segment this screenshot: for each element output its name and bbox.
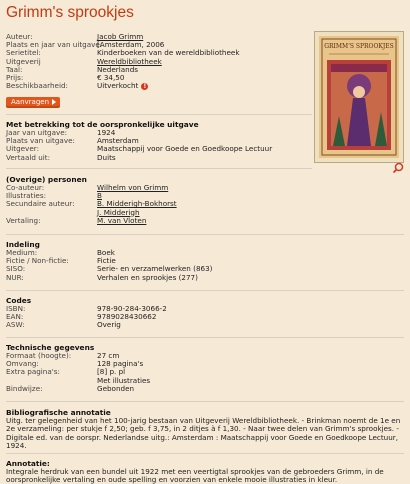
persons-list: Co-auteur: Wilhelm von Grimm Illustraties…	[6, 183, 316, 225]
person-link[interactable]: Wilhelm von Grimm	[97, 183, 168, 192]
availability-text: Uitverkocht	[97, 81, 139, 91]
list-item: Formaat (hoogte): 27 cm	[6, 351, 316, 360]
list-item: J. Midderigh	[6, 208, 316, 217]
list-item: Extra pagina's: [8] p. pl	[6, 368, 316, 376]
detail-label: NUR:	[6, 272, 24, 282]
arrow-right-icon	[52, 99, 57, 105]
list-item: Uitgever: Maatschappij voor Goede en Goed…	[6, 145, 316, 153]
divider	[6, 453, 404, 454]
request-button-label: Aanvragen	[11, 98, 50, 106]
availability-value: Uitverkocht!	[97, 81, 149, 91]
list-item: EAN: 9789028430662	[6, 312, 316, 321]
list-item: Co-auteur: Wilhelm von Grimm	[6, 183, 316, 192]
divider	[6, 337, 404, 338]
detail-label: Vertaald uit:	[6, 152, 50, 162]
detail-row-publisher: Uitgeverij Wereldbibliotheek	[6, 57, 316, 66]
request-button[interactable]: Aanvragen	[6, 97, 60, 108]
biblio-annotation-text: Uitg. ter gelegenheid van het 100-jarig …	[6, 416, 401, 450]
divider	[6, 168, 312, 169]
details-list: Auteur: Jacob Grimm Plaats en jaar van u…	[6, 32, 316, 91]
cover-illustration: GRIMM'S SPROOKJES	[319, 36, 399, 158]
page-title: Grimm's sprookjes	[6, 4, 134, 21]
detail-label: ASW:	[6, 320, 25, 330]
divider	[6, 401, 404, 402]
list-item: ASW: Overig	[6, 321, 316, 329]
detail-label: Vertaling:	[6, 215, 41, 225]
divider	[6, 114, 312, 115]
detail-label: Extra pagina's:	[6, 367, 60, 377]
list-item: Met illustraties	[6, 376, 316, 385]
detail-value: Gebonden	[97, 383, 135, 393]
tech-list: Formaat (hoogte): 27 cm Omvang: 128 pagina…	[6, 351, 316, 393]
detail-label: Secundaire auteur:	[6, 199, 75, 209]
original-edition-list: Jaar van uitgave: 1924 Plaats van uitgave…	[6, 128, 316, 162]
detail-value: Maatschappij voor Goede en Goedkoope Lec…	[97, 144, 273, 154]
codes-list: ISBN: 978-90-284-3066-2 EAN: 9789028430662…	[6, 304, 316, 330]
list-item: Vertaling: M. van Vloten	[6, 215, 316, 225]
divider	[6, 290, 404, 291]
cover-title: GRIMM'S SPROOKJES	[324, 43, 394, 50]
detail-label: Bindwijze:	[6, 383, 43, 393]
alert-icon: !	[141, 82, 149, 90]
detail-row-language: Taal: Nederlands	[6, 65, 316, 74]
list-item: Vertaald uit: Duits	[6, 152, 316, 162]
divider	[6, 234, 404, 235]
book-cover-image[interactable]: GRIMM'S SPROOKJES	[314, 31, 404, 163]
detail-value: Verhalen en sprookjes (277)	[97, 272, 198, 282]
zoom-icon[interactable]	[392, 162, 404, 174]
detail-value: Duits	[97, 152, 116, 162]
detail-value: Overig	[97, 320, 121, 330]
person-link[interactable]: M. van Vloten	[97, 216, 146, 225]
list-item: NUR: Verhalen en sprookjes (277)	[6, 272, 316, 282]
annotation-text: Integrale herdruk van een bundel uit 192…	[6, 467, 384, 484]
list-item: ISBN: 978-90-284-3066-2	[6, 304, 316, 313]
detail-row-availability: Beschikbaarheid: Uitverkocht!	[6, 81, 316, 91]
list-item: Secundaire auteur: B. Midderigh-Bokhorst	[6, 200, 316, 208]
list-item: Bindwijze: Gebonden	[6, 383, 316, 393]
indeling-list: Medium: Boek Fictie / Non-fictie: Fictie S…	[6, 248, 316, 282]
detail-label: Beschikbaarheid:	[6, 81, 68, 91]
